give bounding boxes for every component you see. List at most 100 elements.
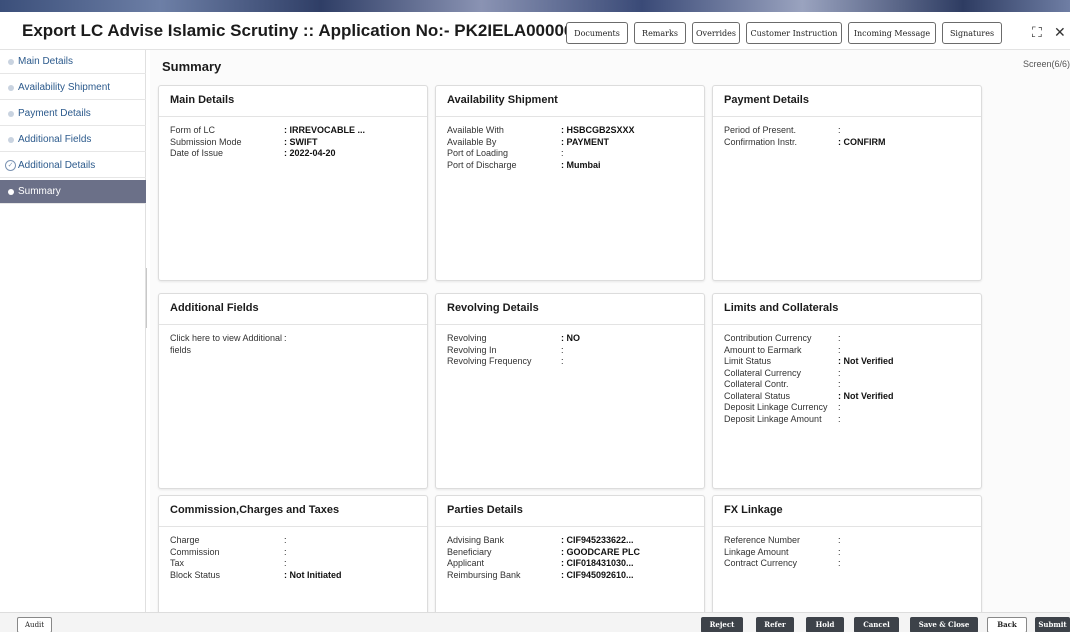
field-value: : xyxy=(838,379,841,389)
field-row: Collateral Status : Not Verified xyxy=(724,391,975,403)
card-rows: Click here to view Additional: fields xyxy=(170,333,421,356)
overrides-button[interactable]: Overrides xyxy=(692,22,740,44)
remarks-button[interactable]: Remarks xyxy=(634,22,686,44)
field-row: Advising Bank: CIF945233622... xyxy=(447,535,698,547)
sidebar-item-additional-fields[interactable]: Additional Fields xyxy=(0,128,146,152)
card-payment-details[interactable]: Payment Details Period of Present.: Confi… xyxy=(712,85,982,281)
field-label: Deposit Linkage Currency xyxy=(724,402,828,412)
card-limits-and-collaterals[interactable]: Limits and Collaterals Contribution Curr… xyxy=(712,293,982,489)
field-label: Submission Mode xyxy=(170,136,242,147)
card-title: Commission,Charges and Taxes xyxy=(159,496,427,527)
field-value: : xyxy=(838,344,841,355)
field-value: : PAYMENT xyxy=(561,136,610,147)
card-title: Additional Fields xyxy=(159,294,427,325)
checkmark-icon: ✓ xyxy=(5,160,16,171)
reject-button[interactable]: Reject xyxy=(701,617,743,632)
field-label: Limit Status xyxy=(724,356,772,366)
field-label: Commission xyxy=(170,546,220,557)
field-label: Available With xyxy=(447,125,504,135)
field-label: Available By xyxy=(447,136,497,147)
resize-icon[interactable]: ⛶ xyxy=(1032,24,1042,41)
sidebar-item-summary[interactable]: Summary xyxy=(0,180,146,204)
field-value: : xyxy=(838,402,841,412)
field-row: Revolving: NO xyxy=(447,333,698,345)
sidebar-item-main-details[interactable]: Main Details xyxy=(0,50,146,74)
field-row: Confirmation Instr.: CONFIRM xyxy=(724,137,975,149)
card-main-details[interactable]: Main Details Form of LC: IRREVOCABLE ...… xyxy=(158,85,428,281)
field-value: : xyxy=(838,333,841,343)
field-row: Click here to view Additional: xyxy=(170,333,421,345)
card-revolving-details[interactable]: Revolving Details Revolving: NO Revolving… xyxy=(435,293,705,489)
sidebar-item-label: Additional Details xyxy=(18,160,96,171)
field-value: : xyxy=(838,413,841,424)
field-label: fields xyxy=(170,344,192,355)
signatures-button[interactable]: Signatures xyxy=(942,22,1002,44)
field-row: fields xyxy=(170,345,421,357)
field-label: Reimbursing Bank xyxy=(447,569,521,580)
sidebar: Main Details Availability Shipment Payme… xyxy=(0,50,146,612)
incoming-message-button[interactable]: Incoming Message xyxy=(848,22,936,44)
back-button[interactable]: Back xyxy=(987,617,1027,632)
field-value: : IRREVOCABLE ... xyxy=(284,125,366,135)
refer-button[interactable]: Refer xyxy=(756,617,794,632)
card-fx-linkage[interactable]: FX Linkage Reference Number: Linkage Amou… xyxy=(712,495,982,615)
field-label: Revolving Frequency xyxy=(447,356,532,366)
card-parties-details[interactable]: Parties Details Advising Bank: CIF945233… xyxy=(435,495,705,615)
card-additional-fields[interactable]: Additional Fields Click here to view Add… xyxy=(158,293,428,489)
field-value: : xyxy=(284,535,287,545)
card-commission-charges-taxes[interactable]: Commission,Charges and Taxes Charge: Comm… xyxy=(158,495,428,615)
close-icon[interactable]: ✕ xyxy=(1054,24,1066,41)
field-row: Contribution Currency: xyxy=(724,333,975,345)
field-label: Port of Loading xyxy=(447,148,509,158)
field-row: Charge: xyxy=(170,535,421,547)
field-label: Revolving In xyxy=(447,344,497,355)
field-label[interactable]: Click here to view Additional xyxy=(170,333,282,344)
field-label: Linkage Amount xyxy=(724,546,789,557)
field-value: : SWIFT xyxy=(284,136,318,147)
field-row: Contract Currency: xyxy=(724,558,975,570)
card-title: FX Linkage xyxy=(713,496,981,527)
field-label: Contribution Currency xyxy=(724,333,812,343)
card-rows: Advising Bank: CIF945233622... Beneficiar… xyxy=(447,535,698,581)
card-rows: Charge: Commission: Tax: Block Status: Not … xyxy=(170,535,421,581)
field-value: : 2022-04-20 xyxy=(284,148,336,158)
sidebar-item-label: Main Details xyxy=(18,56,74,67)
field-row: Available With: HSBCGB2SXXX xyxy=(447,125,698,137)
screen-indicator: Screen(6/6) xyxy=(1022,59,1070,69)
sidebar-item-payment-details[interactable]: Payment Details xyxy=(0,102,146,126)
field-label: Block Status xyxy=(170,569,221,580)
field-row: Block Status : Not Initiated xyxy=(170,570,421,582)
hold-button[interactable]: Hold xyxy=(806,617,844,632)
field-label: Revolving xyxy=(447,333,487,343)
field-value: : Not Initiated xyxy=(284,569,342,580)
field-row: Port of Loading: xyxy=(447,148,698,160)
window-title: Export LC Advise Islamic Scrutiny :: App… xyxy=(22,21,612,40)
main-content: Summary Screen(6/6) Main Details Form of… xyxy=(150,50,1070,615)
sidebar-item-availability-shipment[interactable]: Availability Shipment xyxy=(0,76,146,100)
field-row: Collateral Currency: xyxy=(724,368,975,380)
card-rows: Form of LC: IRREVOCABLE ... Submission Mo… xyxy=(170,125,421,160)
card-title: Revolving Details xyxy=(436,294,704,325)
field-row: Applicant: CIF018431030... xyxy=(447,558,698,570)
field-row: Linkage Amount: xyxy=(724,547,975,559)
field-row: Commission: xyxy=(170,547,421,559)
save-and-close-button[interactable]: Save & Close xyxy=(910,617,978,632)
sidebar-item-additional-details[interactable]: ✓ Additional Details xyxy=(0,154,146,178)
field-row: Submission Mode : SWIFT xyxy=(170,137,421,149)
card-rows: Reference Number: Linkage Amount: Contract… xyxy=(724,535,975,570)
field-value: : Not Verified xyxy=(838,390,894,401)
customer-instruction-button[interactable]: Customer Instruction xyxy=(746,22,842,44)
field-value: : xyxy=(838,367,841,378)
field-label: Collateral Status xyxy=(724,390,791,401)
card-availability-shipment[interactable]: Availability Shipment Available With: HS… xyxy=(435,85,705,281)
submit-button[interactable]: Submit xyxy=(1035,617,1070,632)
documents-button[interactable]: Documents xyxy=(566,22,628,44)
field-label: Applicant xyxy=(447,558,485,568)
field-row: Collateral Contr.: xyxy=(724,379,975,391)
card-title: Parties Details xyxy=(436,496,704,527)
field-value: : CONFIRM xyxy=(838,136,886,147)
top-banner xyxy=(0,0,1070,12)
field-value: : xyxy=(561,148,564,158)
audit-button[interactable]: Audit xyxy=(17,617,53,632)
cancel-button[interactable]: Cancel xyxy=(854,617,899,632)
